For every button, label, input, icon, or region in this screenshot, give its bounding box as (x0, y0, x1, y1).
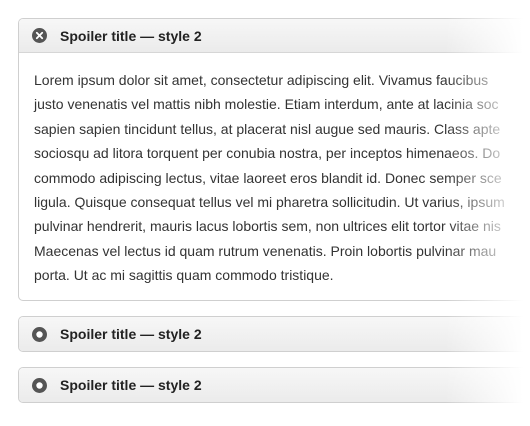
spoiler-demo-page: Spoiler title — style 2 Lorem ipsum dolo… (0, 0, 530, 426)
spoiler-title[interactable]: Spoiler title — style 2 (60, 326, 202, 342)
spoiler-closed: Spoiler title — style 2 (18, 316, 530, 352)
content-line: justo venenatis vel mattis nibh molestie… (34, 96, 499, 113)
spoiler-content: Lorem ipsum dolor sit amet, consectetur … (19, 53, 530, 288)
spoiler-header[interactable]: Spoiler title — style 2 (19, 317, 530, 351)
spoiler-header[interactable]: Spoiler title — style 2 (19, 19, 530, 53)
content-line: ligula. Quisque consequat tellus vel mi … (34, 194, 505, 211)
radio-dot-icon[interactable] (31, 377, 48, 394)
content-line: Lorem ipsum dolor sit amet, consectetur … (34, 72, 489, 88)
close-icon[interactable] (31, 27, 48, 44)
spoiler-title[interactable]: Spoiler title — style 2 (60, 377, 202, 393)
spoiler-title[interactable]: Spoiler title — style 2 (60, 28, 202, 44)
content-line: commodo adipiscing lectus, vitae laoreet… (34, 169, 502, 186)
content-line: sapien sapien tincidunt tellus, at place… (34, 120, 501, 137)
content-line: sociosqu ad litora torquent per conubia … (34, 145, 501, 162)
content-line: Maecenas vel lectus id quam rutrum venen… (34, 242, 497, 259)
spoiler-open: Spoiler title — style 2 Lorem ipsum dolo… (18, 18, 530, 301)
spoiler-closed: Spoiler title — style 2 (18, 367, 530, 403)
content-line: pulvinar hendrerit, mauris lacus loborti… (34, 218, 501, 235)
content-line: porta. Ut ac mi sagittis quam commodo tr… (34, 267, 334, 284)
spoiler-header[interactable]: Spoiler title — style 2 (19, 368, 530, 402)
radio-dot-icon[interactable] (31, 326, 48, 343)
